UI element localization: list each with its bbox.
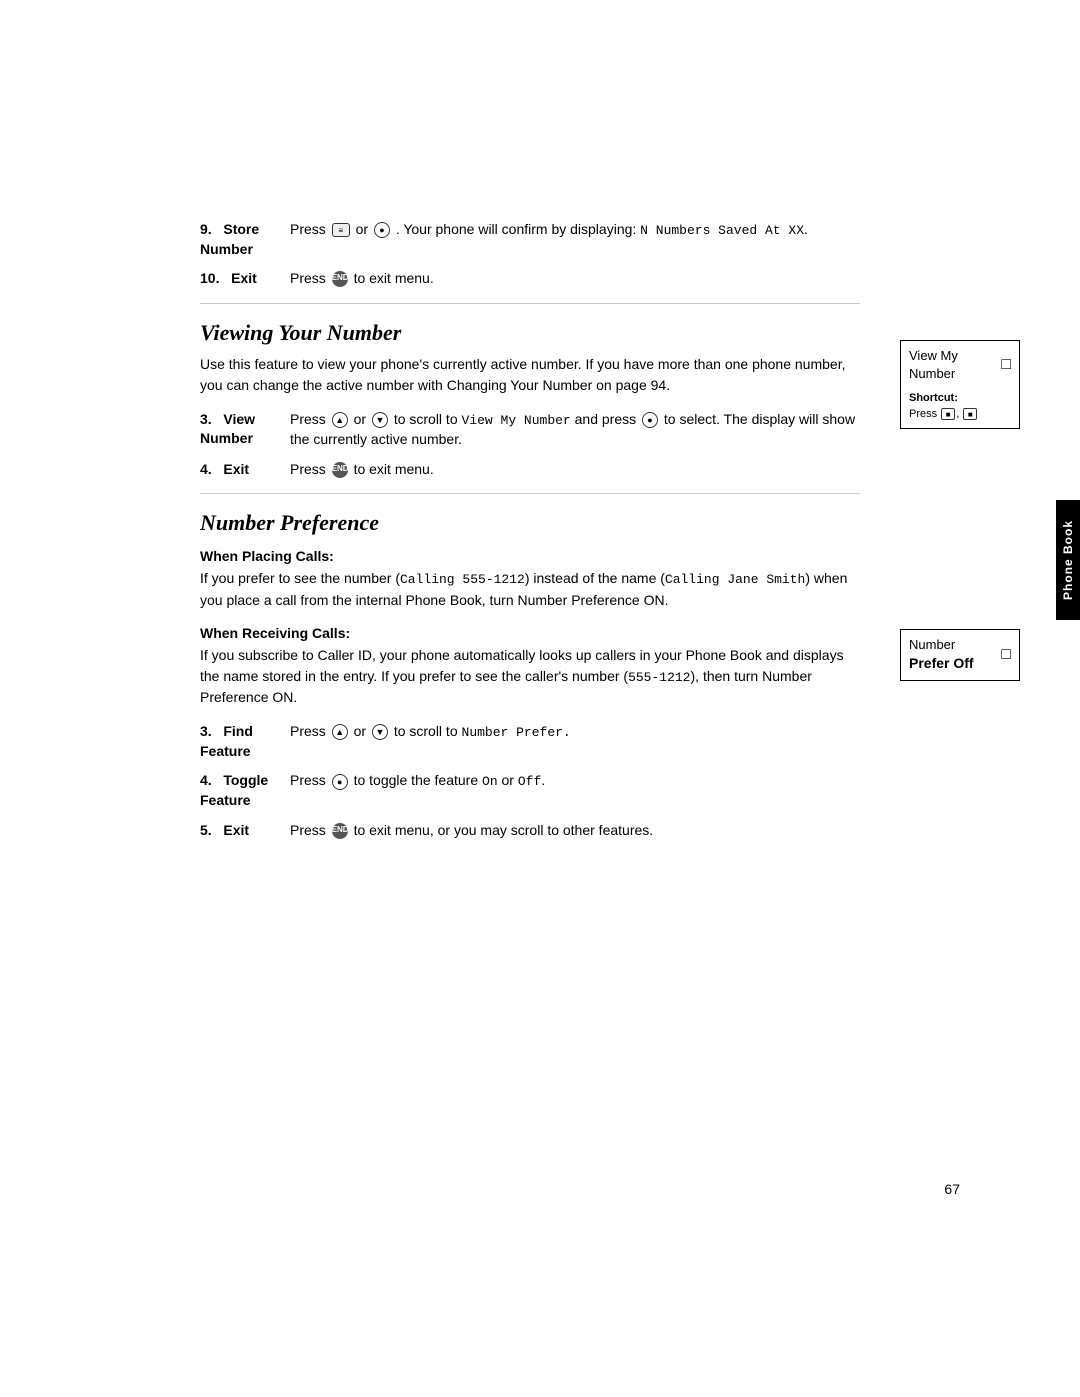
viewing-steps: 3. View Number Press ▲ or ▼ to scroll to… (200, 410, 860, 479)
step-9-content: Press ≡ or ● . Your phone will confirm b… (290, 220, 860, 259)
np-step-5-label: 5. Exit (200, 821, 290, 841)
nav-down-icon: ▼ (372, 412, 388, 428)
viewing-title: Viewing Your Number (200, 320, 860, 346)
view-step-3-label: 3. View Number (200, 410, 290, 450)
view-my-number-box-title: View My Number □ (909, 347, 1011, 383)
right-sidebar: View My Number □ Shortcut: Press ■, ■ Nu… (900, 220, 1020, 697)
divider-2 (200, 493, 860, 494)
number-prefer-icon: □ (1001, 644, 1011, 666)
phone-book-tab: Phone Book (1056, 500, 1080, 620)
when-receiving-calls-heading: When Receiving Calls: (200, 625, 860, 641)
view-my-number-icon: □ (1001, 354, 1011, 376)
step-10-label: 10. Exit (200, 269, 290, 289)
np-step-3-content: Press ▲ or ▼ to scroll to Number Prefer. (290, 722, 860, 761)
np-step-4-content: Press ● to toggle the feature On or Off. (290, 771, 860, 810)
shortcut-icon-2: ■ (963, 408, 977, 420)
viewing-your-number-section: Viewing Your Number Use this feature to … (200, 320, 860, 479)
np-nav-up-icon: ▲ (332, 724, 348, 740)
view-step-3-row: 3. View Number Press ▲ or ▼ to scroll to… (200, 410, 860, 450)
view-step-3-content: Press ▲ or ▼ to scroll to View My Number… (290, 410, 860, 450)
number-prefer-box: Number Prefer Off □ (900, 629, 1020, 681)
np-step-5-row: 5. Exit Press END to exit menu, or you m… (200, 821, 860, 841)
view-my-number-text: View My Number (909, 347, 958, 383)
view-step-4-row: 4. Exit Press END to exit menu. (200, 460, 860, 480)
np-select-icon: ● (332, 774, 348, 790)
step-9-label: 9. Store Number (200, 220, 290, 259)
view-step-4-label: 4. Exit (200, 460, 290, 480)
np-step-4-label: 4. Toggle Feature (200, 771, 290, 810)
step-10-content: Press END to exit menu. (290, 269, 860, 289)
divider-1 (200, 303, 860, 304)
np-step-3-row: 3. Find Feature Press ▲ or ▼ to scroll t… (200, 722, 860, 761)
when-receiving-calls-text: If you subscribe to Caller ID, your phon… (200, 645, 860, 709)
step-9-row: 9. Store Number Press ≡ or ● . Your phon… (200, 220, 860, 259)
number-preference-title: Number Preference (200, 510, 860, 536)
number-pref-steps: 3. Find Feature Press ▲ or ▼ to scroll t… (200, 722, 860, 840)
store-button-icon: ≡ (332, 223, 350, 237)
end-icon-view: END (332, 462, 348, 478)
shortcut-area: Shortcut: Press ■, ■ (909, 391, 1011, 422)
np-step-5-content: Press END to exit menu, or you may scrol… (290, 821, 860, 841)
number-preference-section: Number Preference When Placing Calls: If… (200, 510, 860, 840)
view-my-number-box: View My Number □ Shortcut: Press ■, ■ (900, 340, 1020, 429)
page: 9. Store Number Press ≡ or ● . Your phon… (0, 0, 1080, 1397)
viewing-intro: Use this feature to view your phone's cu… (200, 354, 860, 396)
np-nav-down-icon: ▼ (372, 724, 388, 740)
view-step-4-content: Press END to exit menu. (290, 460, 860, 480)
np-end-icon: END (332, 823, 348, 839)
page-number: 67 (944, 1181, 960, 1197)
nav-up-icon: ▲ (332, 412, 348, 428)
end-button-icon: END (332, 271, 348, 287)
shortcut-icon-1: ■ (941, 408, 955, 420)
select-button-icon: ● (374, 222, 390, 238)
select-icon: ● (642, 412, 658, 428)
when-placing-calls-heading: When Placing Calls: (200, 548, 860, 564)
number-prefer-text: Number Prefer Off (909, 636, 974, 674)
main-content: 9. Store Number Press ≡ or ● . Your phon… (200, 220, 860, 850)
np-step-3-label: 3. Find Feature (200, 722, 290, 761)
np-step-4-row: 4. Toggle Feature Press ● to toggle the … (200, 771, 860, 810)
when-placing-calls-text: If you prefer to see the number (Calling… (200, 568, 860, 611)
step-10-row: 10. Exit Press END to exit menu. (200, 269, 860, 289)
number-prefer-box-title: Number Prefer Off □ (909, 636, 1011, 674)
